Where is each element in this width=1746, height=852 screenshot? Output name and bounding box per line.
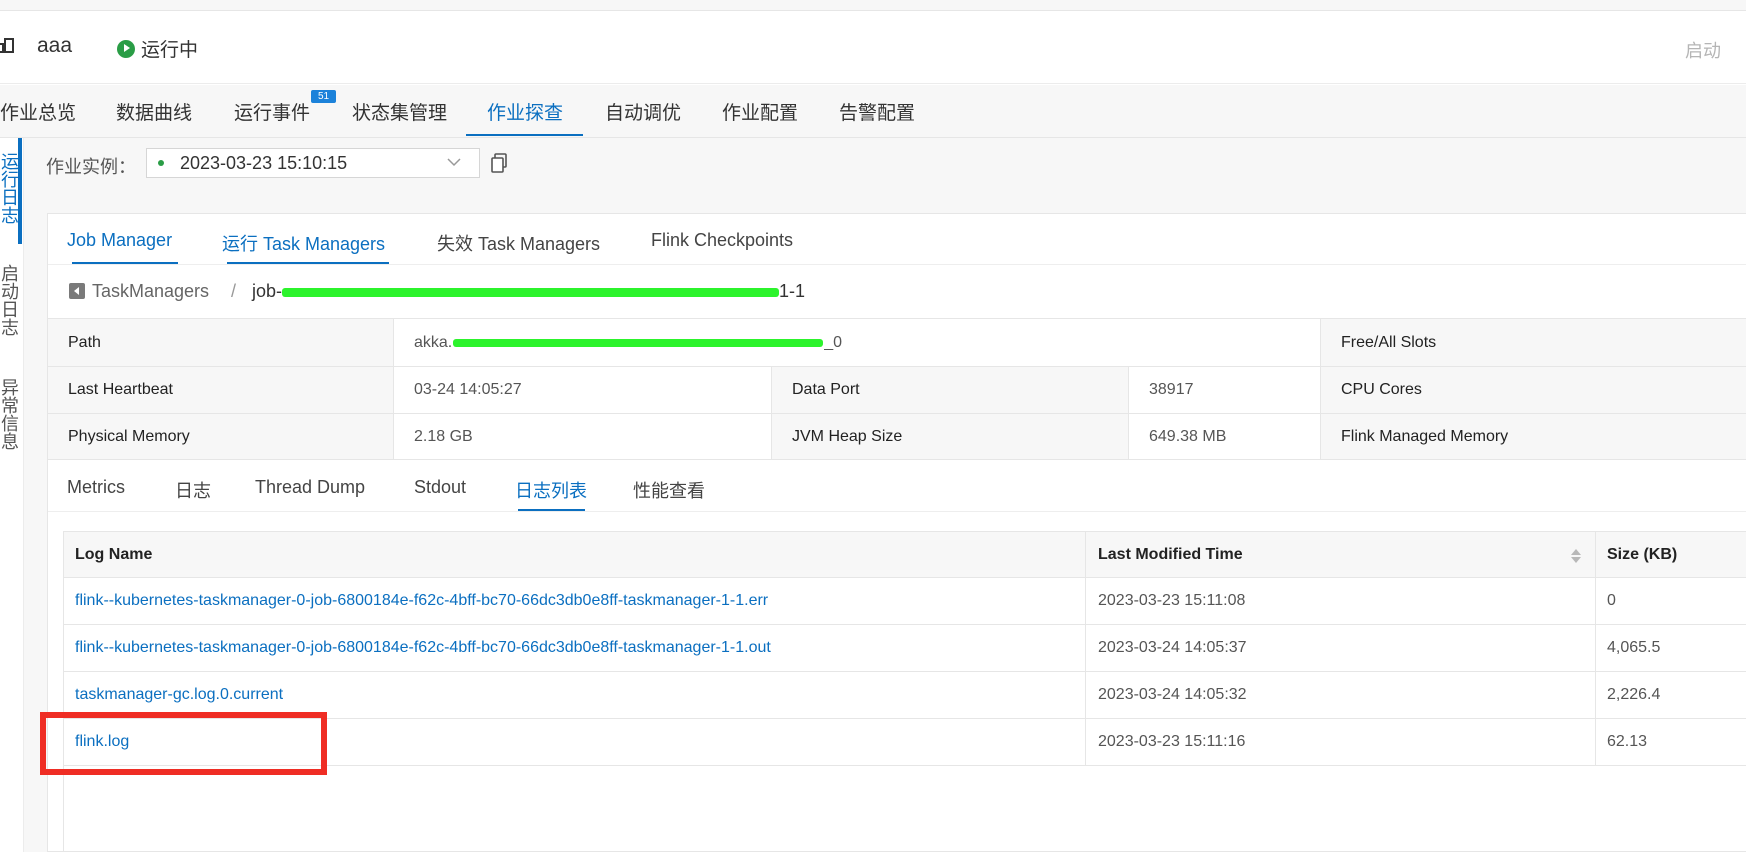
log-size: 62.13 xyxy=(1595,719,1746,765)
log-type-sidebar xyxy=(0,138,24,852)
run-events-count-badge: 51 xyxy=(311,90,336,103)
table-row: flink--kubernetes-taskmanager-0-job-6800… xyxy=(64,578,1746,625)
physical-memory-value: 2.18 GB xyxy=(393,414,771,459)
breadcrumb-current-suffix: 1-1 xyxy=(779,281,806,301)
jvm-heap-value: 649.38 MB xyxy=(1128,414,1320,459)
table-row: flink--kubernetes-taskmanager-0-job-6800… xyxy=(64,625,1746,672)
tab-job-exploration[interactable]: 作业探查 xyxy=(487,98,563,125)
sidebar-active-indicator xyxy=(18,138,22,244)
sort-icon[interactable] xyxy=(1570,547,1582,565)
subtab-failed-task-managers[interactable]: 失效 Task Managers xyxy=(437,230,600,256)
log-modified-time: 2023-03-24 14:05:37 xyxy=(1085,625,1595,671)
active-tab-underline xyxy=(466,134,583,136)
instance-select-value: 2023-03-23 15:10:15 xyxy=(180,153,348,173)
breadcrumb-taskmanagers-link[interactable]: TaskManagers xyxy=(92,281,209,302)
last-heartbeat-label: Last Heartbeat xyxy=(48,367,393,413)
redaction-mark xyxy=(453,338,824,347)
tab-state-set-management[interactable]: 状态集管理 xyxy=(352,98,447,125)
info-row: Last Heartbeat 03-24 14:05:27 Data Port … xyxy=(48,366,1746,413)
instance-label: 作业实例： xyxy=(46,157,136,177)
jvm-heap-label: JVM Heap Size xyxy=(771,414,1128,459)
log-size: 2,226.4 xyxy=(1595,672,1746,718)
tab-job-overview[interactable]: 作业总览 xyxy=(0,98,76,125)
log-modified-time: 2023-03-24 14:05:32 xyxy=(1085,672,1595,718)
tab-log[interactable]: 日志 xyxy=(175,477,211,503)
physical-memory-label: Physical Memory xyxy=(48,414,393,459)
running-play-icon xyxy=(117,39,135,58)
flink-managed-memory-label: Flink Managed Memory xyxy=(1320,414,1746,459)
log-name-link[interactable]: flink--kubernetes-taskmanager-0-job-6800… xyxy=(64,578,1085,624)
free-slots-label: Free/All Slots xyxy=(1320,319,1746,366)
start-button[interactable]: 启动 xyxy=(1685,37,1721,63)
tab-job-config[interactable]: 作业配置 xyxy=(722,98,798,125)
log-modified-time: 2023-03-23 15:11:08 xyxy=(1085,578,1595,624)
last-heartbeat-value: 03-24 14:05:27 xyxy=(393,367,771,413)
tab-log-list[interactable]: 日志列表 xyxy=(515,477,587,503)
subtabs-divider xyxy=(48,264,1746,265)
data-port-label: Data Port xyxy=(771,367,1128,413)
top-strip xyxy=(0,0,1746,11)
tab-metrics[interactable]: Metrics xyxy=(67,477,125,498)
table-header-row: Log Name Last Modified Time Size (KB) xyxy=(64,532,1746,578)
sidebar-item-startup-log[interactable]: 启动日志 xyxy=(0,264,19,336)
info-row: Physical Memory 2.18 GB JVM Heap Size 64… xyxy=(48,413,1746,460)
tab-data-curves[interactable]: 数据曲线 xyxy=(116,98,192,125)
log-modified-time: 2023-03-23 15:11:16 xyxy=(1085,719,1595,765)
subtab-job-manager[interactable]: Job Manager xyxy=(67,230,172,251)
path-value-prefix: akka. xyxy=(414,333,453,351)
instance-running-dot xyxy=(158,160,164,166)
task-manager-info-table: Path akka. _0 Free/All Slots Last Heartbe… xyxy=(48,318,1746,460)
subtab-running-task-managers[interactable]: 运行 Task Managers xyxy=(222,230,385,256)
column-header-last-modified[interactable]: Last Modified Time xyxy=(1085,532,1595,577)
job-status-label: 运行中 xyxy=(141,40,199,61)
log-list-table: Log Name Last Modified Time Size (KB) fl… xyxy=(63,531,1746,852)
tab-thread-dump[interactable]: Thread Dump xyxy=(255,477,365,498)
tab-performance[interactable]: 性能查看 xyxy=(633,477,705,503)
job-header xyxy=(0,11,1746,84)
back-arrow-icon[interactable] xyxy=(69,283,85,299)
path-value-suffix: _0 xyxy=(824,333,843,351)
tab-run-events[interactable]: 运行事件 xyxy=(234,98,310,125)
log-size: 0 xyxy=(1595,578,1746,624)
subtab-flink-checkpoints[interactable]: Flink Checkpoints xyxy=(651,230,793,251)
copy-icon[interactable] xyxy=(490,153,508,173)
data-port-value: 38917 xyxy=(1128,367,1320,413)
cpu-cores-label: CPU Cores xyxy=(1320,367,1746,413)
log-name-link[interactable]: flink--kubernetes-taskmanager-0-job-6800… xyxy=(64,625,1085,671)
job-name: aaa xyxy=(37,34,73,57)
tab-stdout[interactable]: Stdout xyxy=(414,477,466,498)
highlight-annotation-box xyxy=(40,712,327,775)
chevron-down-icon xyxy=(447,158,461,167)
breadcrumb-separator: / xyxy=(231,281,237,301)
column-header-size: Size (KB) xyxy=(1595,532,1746,577)
column-header-log-name: Log Name xyxy=(75,545,153,563)
info-row: Path akka. _0 Free/All Slots xyxy=(48,318,1746,366)
path-value: akka. _0 xyxy=(393,319,1320,366)
tab-auto-tuning[interactable]: 自动调优 xyxy=(605,98,681,125)
job-status: 运行中 xyxy=(117,35,198,62)
breadcrumb-current-prefix: job- xyxy=(252,281,283,301)
sidebar-item-run-log[interactable]: 运行日志 xyxy=(0,152,19,224)
job-grid-icon xyxy=(0,38,14,53)
redaction-mark xyxy=(282,287,780,297)
inner-tabs-divider xyxy=(48,511,1746,512)
sidebar-item-exception-info[interactable]: 异常信息 xyxy=(0,378,19,450)
path-label: Path xyxy=(48,319,393,366)
tab-alert-config[interactable]: 告警配置 xyxy=(839,98,915,125)
log-size: 4,065.5 xyxy=(1595,625,1746,671)
breadcrumb-current: job- 1-1 xyxy=(252,281,805,302)
